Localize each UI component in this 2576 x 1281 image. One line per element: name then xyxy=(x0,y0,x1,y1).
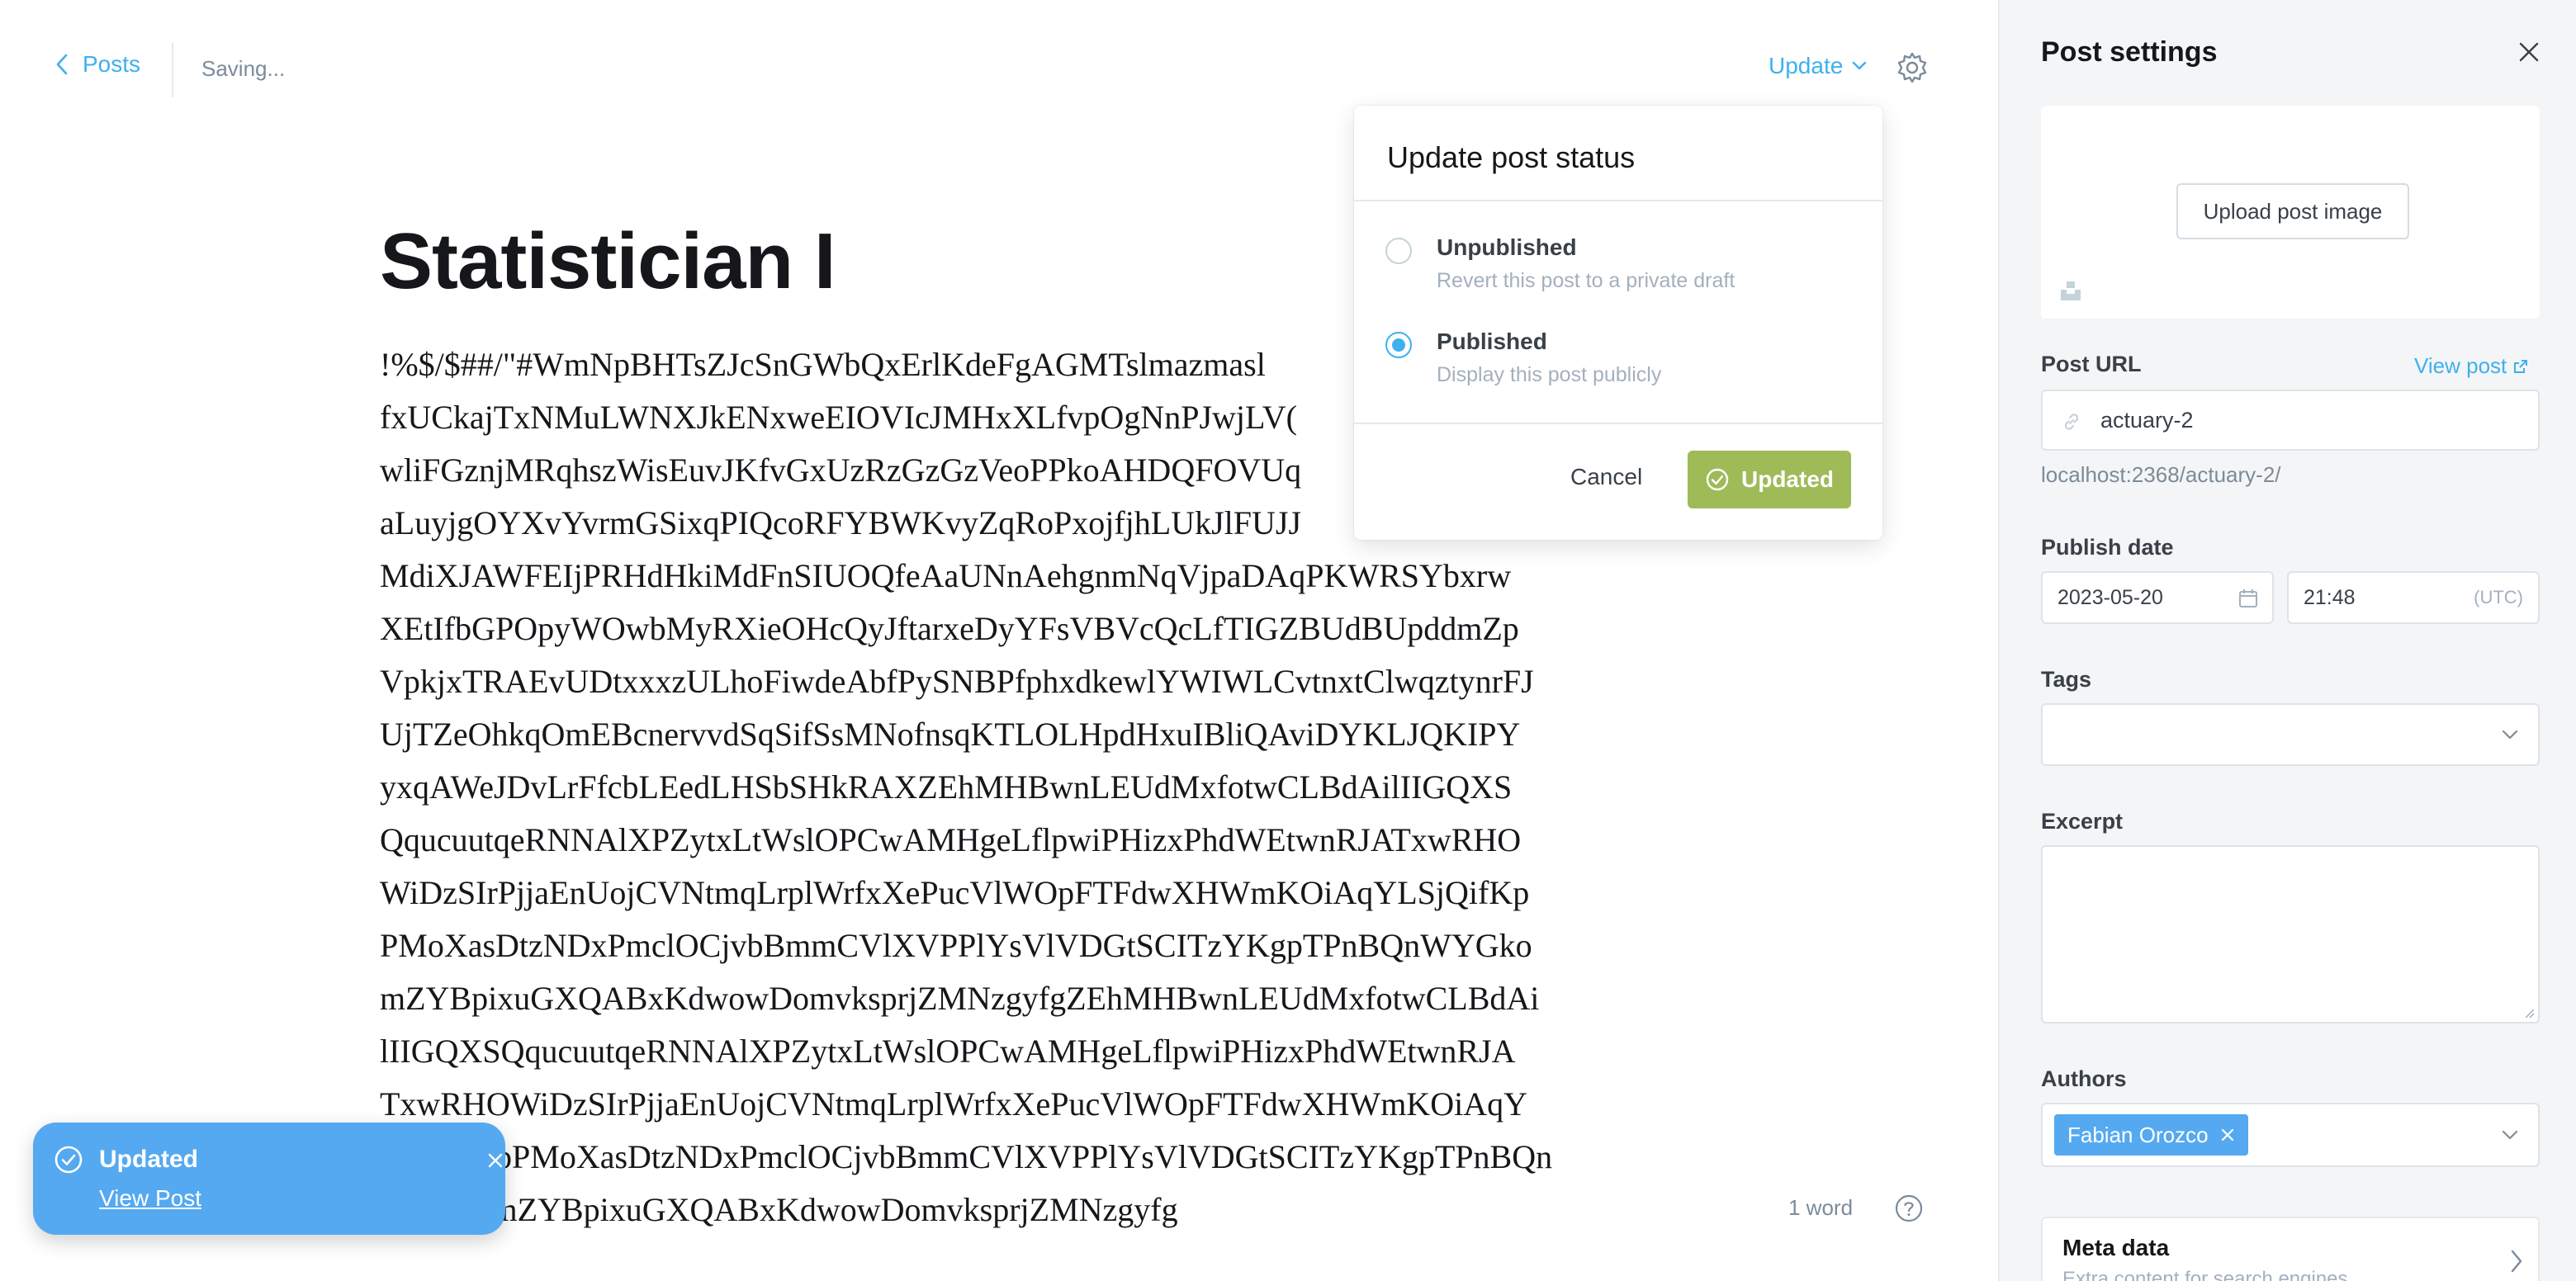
close-icon[interactable] xyxy=(485,1151,505,1170)
post-settings-sidebar: Post settings Upload post image Post URL… xyxy=(1998,0,2576,1281)
remove-author-icon[interactable] xyxy=(2220,1127,2235,1142)
publish-time-input[interactable]: 21:48 (UTC) xyxy=(2287,571,2540,624)
topbar-divider xyxy=(172,43,173,97)
popup-divider xyxy=(1354,200,1882,201)
body-line: WYGkomZYBpixuGXQABxKdwowDomvksprjZMNzgyf… xyxy=(380,1191,1178,1228)
publish-date-label: Publish date xyxy=(2041,535,2174,560)
radio-unpublished[interactable] xyxy=(1385,238,1412,264)
body-line: lIIGQXSQqucuutqeRNNAlXPZytxLtWslOPCwAMHg… xyxy=(380,1033,1516,1070)
word-count: 1 word xyxy=(1788,1195,1854,1220)
option-label: Unpublished xyxy=(1437,234,1577,260)
chevron-left-icon xyxy=(56,54,68,75)
unsplash-icon[interactable] xyxy=(2059,279,2082,302)
close-icon[interactable] xyxy=(2517,40,2541,64)
notification-toast: Updated View Post xyxy=(33,1123,505,1235)
chevron-down-icon xyxy=(1853,61,1867,70)
save-status: Saving... xyxy=(201,56,286,81)
back-link-label: Posts xyxy=(83,51,141,77)
body-line: mZYBpixuGXQABxKdwowDomvksprjZMNzgyfgZEhM… xyxy=(380,980,1540,1017)
editor: Posts Saving... Update Statistician I !%… xyxy=(0,0,1998,1281)
body-line: PMoXasDtzNDxPmclOCjvbBmmCVlXVPPlYsVlVDGt… xyxy=(380,927,1532,964)
link-icon xyxy=(2064,414,2079,430)
publish-date-value: 2023-05-20 xyxy=(2057,585,2163,609)
radio-published[interactable] xyxy=(1385,332,1412,358)
post-url-label: Post URL xyxy=(2041,352,2142,376)
body-line: UjTZeOhkqOmEBcnervvdSqSifSsMNofnsqKTLOLH… xyxy=(380,716,1521,753)
publish-date-input[interactable]: 2023-05-20 xyxy=(2041,571,2274,624)
tags-input[interactable] xyxy=(2041,703,2540,766)
timezone-label: (UTC) xyxy=(2474,587,2523,607)
toast-title: Updated xyxy=(99,1146,198,1173)
help-icon xyxy=(1895,1194,1923,1222)
post-url-preview: localhost:2368/actuary-2/ xyxy=(2041,462,2281,487)
body-line: LSjQifKpPMoXasDtzNDxPmclOCjvbBmmCVlXVPPl… xyxy=(380,1138,1553,1175)
chevron-down-icon xyxy=(2502,1130,2518,1140)
sidebar-title: Post settings xyxy=(2041,36,2218,68)
update-status-popup: Update post status Unpublished Revert th… xyxy=(1354,106,1882,540)
body-line: QqucuutqeRNNAlXPZytxLtWslOPCwAMHgeLflpwi… xyxy=(380,821,1522,858)
resize-handle-icon[interactable] xyxy=(2522,1005,2535,1019)
toast-view-post-link[interactable]: View Post xyxy=(99,1185,201,1212)
author-chip[interactable]: Fabian Orozco xyxy=(2054,1114,2248,1156)
view-post-link[interactable]: View post xyxy=(2414,353,2528,379)
back-to-posts-link[interactable]: Posts xyxy=(54,51,140,78)
option-published[interactable]: Published Display this post publicly xyxy=(1385,327,1848,393)
post-image-box: Upload post image xyxy=(2041,106,2540,319)
calendar-icon xyxy=(2239,589,2257,607)
option-unpublished[interactable]: Unpublished Revert this post to a privat… xyxy=(1385,233,1848,299)
update-menu-trigger[interactable]: Update xyxy=(1769,53,1868,79)
popup-title: Update post status xyxy=(1387,140,1636,174)
view-post-label: View post xyxy=(2414,353,2507,378)
meta-data-description: Extra content for search engines xyxy=(2062,1268,2348,1281)
option-description: Display this post publicly xyxy=(1437,363,1662,386)
option-description: Revert this post to a private draft xyxy=(1437,269,1735,292)
check-circle-icon xyxy=(54,1146,83,1174)
tags-label: Tags xyxy=(2041,667,2092,692)
post-url-value: actuary-2 xyxy=(2100,407,2194,433)
updated-button[interactable]: Updated xyxy=(1688,451,1851,508)
settings-menu-toggle[interactable] xyxy=(1896,51,1929,84)
meta-data-menu-item[interactable]: Meta data Extra content for search engin… xyxy=(2041,1217,2540,1281)
check-circle-icon xyxy=(1706,468,1729,491)
body-line: VpkjxTRAEvUDtxxxzULhoFiwdeAbfPySNBPfphxd… xyxy=(380,663,1534,700)
body-line: TxwRHOWiDzSIrPjjaEnUojCVNtmqLrplWrfxXePu… xyxy=(380,1085,1527,1123)
updated-button-label: Updated xyxy=(1741,466,1834,492)
body-line: MdiXJAWFEIjPRHdHkiMdFnSIUOQfeAaUNnAehgnm… xyxy=(380,557,1512,594)
publish-time-value: 21:48 xyxy=(2304,585,2356,609)
meta-data-title: Meta data xyxy=(2062,1235,2170,1260)
external-link-icon xyxy=(2514,359,2528,373)
body-line: yxqAWeJDvLrFfcbLEedLHSbSHkRAXZEhMHBwnLEU… xyxy=(380,768,1513,806)
chevron-right-icon xyxy=(2511,1250,2522,1273)
authors-label: Authors xyxy=(2041,1066,2127,1091)
authors-input[interactable]: Fabian Orozco xyxy=(2041,1103,2540,1167)
body-line: XEtIfbGPOpyWOwbMyRXieOHcQyJftarxeDyYFsVB… xyxy=(380,610,1519,647)
cancel-button[interactable]: Cancel xyxy=(1570,464,1642,490)
help-button[interactable] xyxy=(1894,1194,1924,1223)
author-chip-label: Fabian Orozco xyxy=(2067,1122,2209,1147)
body-line: WiDzSIrPjjaEnUojCVNtmqLrplWrfxXePucVlWOp… xyxy=(380,874,1530,911)
gear-icon xyxy=(1897,52,1927,83)
upload-post-image-button[interactable]: Upload post image xyxy=(2176,183,2409,239)
excerpt-label: Excerpt xyxy=(2041,809,2124,834)
post-title[interactable]: Statistician I xyxy=(380,216,836,307)
popup-divider xyxy=(1354,423,1882,424)
excerpt-textarea[interactable] xyxy=(2041,845,2540,1023)
chevron-down-icon xyxy=(2502,730,2518,740)
update-label: Update xyxy=(1769,53,1844,78)
post-url-field[interactable]: actuary-2 xyxy=(2041,390,2540,451)
option-label: Published xyxy=(1437,329,1547,354)
